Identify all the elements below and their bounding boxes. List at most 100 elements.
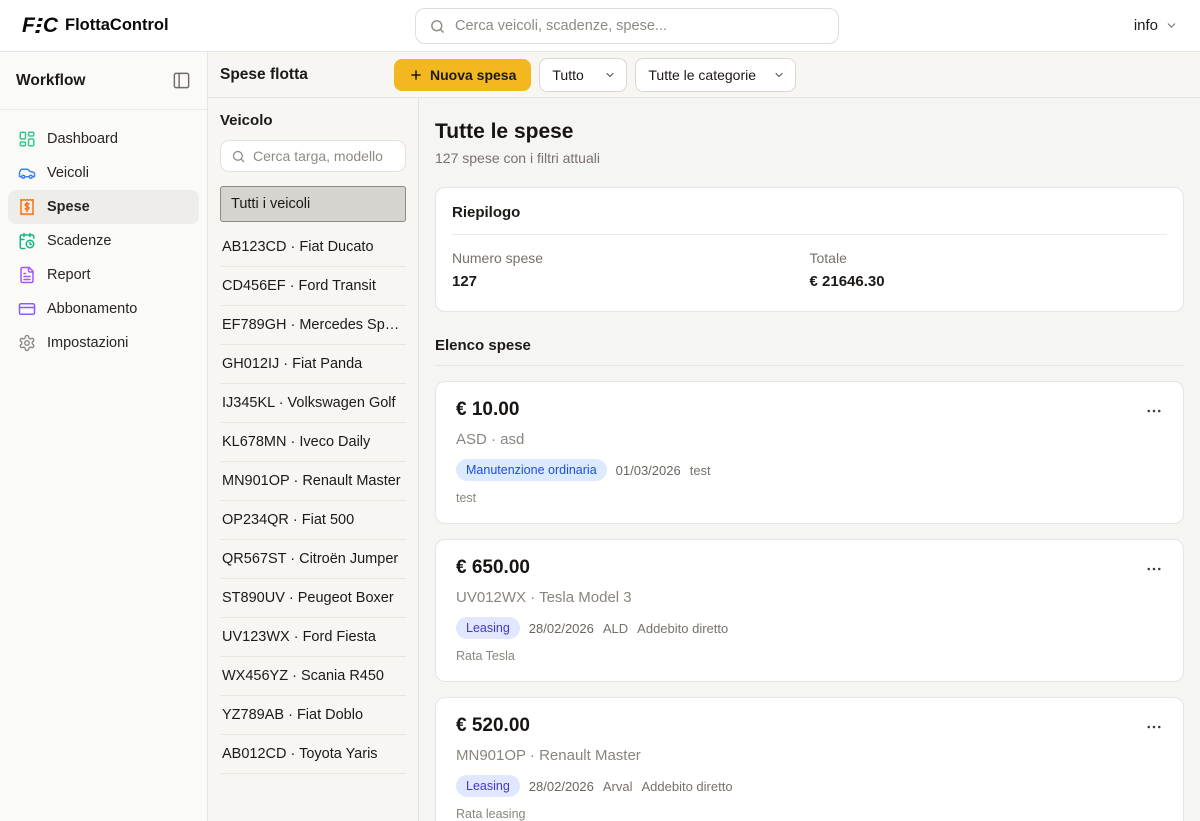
sidebar-item-spese[interactable]: Spese (8, 190, 199, 224)
vehicle-list-item[interactable]: ST890UV · Peugeot Boxer (220, 579, 406, 618)
vehicle-panel: Veicolo Tutti i veicoli AB123CD · Fiat D… (208, 98, 419, 821)
expenses-subtitle: 127 spese con i filtri attuali (435, 150, 1184, 166)
summary-count: Numero spese 127 (452, 250, 810, 290)
chevron-down-icon (604, 69, 616, 81)
expense-meta: Manutenzione ordinaria 01/03/2026 test (456, 459, 1163, 481)
topbar: FC FlottaControl info (0, 0, 1200, 52)
new-expense-button[interactable]: Nuova spesa (394, 59, 531, 91)
dashboard-icon (18, 130, 36, 148)
new-expense-label: Nuova spesa (430, 67, 516, 83)
expense-vehicle: ASD · asd (456, 431, 1163, 448)
credit-card-icon (18, 300, 36, 318)
gear-icon (18, 334, 36, 352)
sidebar-item-report[interactable]: Report (8, 258, 199, 292)
vehicle-search[interactable] (220, 140, 406, 172)
expense-card: € 10.00 ASD · asd Manutenzione ordinaria… (435, 381, 1184, 524)
category-badge: Manutenzione ordinaria (456, 459, 607, 481)
expense-date: 01/03/2026 (616, 463, 681, 478)
summary-title: Riepilogo (452, 204, 1167, 235)
vehicle-list-item[interactable]: IJ345KL · Volkswagen Golf (220, 384, 406, 423)
filter-type-select[interactable]: Tutto (539, 58, 627, 92)
vehicle-list-item[interactable]: UV123WX · Ford Fiesta (220, 618, 406, 657)
summary-count-value: 127 (452, 273, 810, 290)
search-icon (231, 149, 246, 164)
category-badge: Leasing (456, 775, 520, 797)
expense-payment: Addebito diretto (642, 779, 733, 794)
sidebar-title: Workflow (16, 72, 85, 90)
app-logo-icon: FC (22, 14, 57, 38)
expense-date: 28/02/2026 (529, 779, 594, 794)
ellipsis-menu-icon[interactable] (1141, 556, 1167, 582)
expense-description: Rata Tesla (456, 649, 1163, 663)
vehicle-list-item[interactable]: WX456YZ · Scania R450 (220, 657, 406, 696)
ellipsis-menu-icon[interactable] (1141, 398, 1167, 424)
sidebar-item-label: Scadenze (47, 233, 112, 249)
brand-name: FlottaControl (65, 16, 169, 35)
global-search[interactable] (415, 8, 839, 44)
toolbar: Spese flotta Nuova spesa Tutto Tutte le … (208, 52, 1200, 98)
sidebar-item-abbonamento[interactable]: Abbonamento (8, 292, 199, 326)
sidebar-item-label: Report (47, 267, 91, 283)
sidebar-nav: Dashboard Veicoli Spese Scadenze (0, 110, 207, 372)
vehicle-list: AB123CD · Fiat Ducato CD456EF · Ford Tra… (220, 228, 406, 774)
summary-card: Riepilogo Numero spese 127 Totale € 2164… (435, 187, 1184, 312)
vehicle-list-item[interactable]: EF789GH · Mercedes Sprinter (220, 306, 406, 345)
all-vehicles-option[interactable]: Tutti i veicoli (220, 186, 406, 222)
expenses-main: Tutte le spese 127 spese con i filtri at… (419, 98, 1200, 821)
expense-vehicle: UV012WX · Tesla Model 3 (456, 589, 1163, 606)
search-icon (429, 18, 446, 35)
sidebar-item-impostazioni[interactable]: Impostazioni (8, 326, 199, 360)
filter-category-select[interactable]: Tutte le categorie (635, 58, 796, 92)
vehicle-list-item[interactable]: QR567ST · Citroën Jumper (220, 540, 406, 579)
expense-date: 28/02/2026 (529, 621, 594, 636)
vehicle-list-item[interactable]: GH012IJ · Fiat Panda (220, 345, 406, 384)
car-icon (18, 164, 36, 182)
sidebar: Workflow Dashboard Veicoli (0, 52, 208, 821)
expense-card: € 520.00 MN901OP · Renault Master Leasin… (435, 697, 1184, 821)
sidebar-item-veicoli[interactable]: Veicoli (8, 156, 199, 190)
summary-count-label: Numero spese (452, 250, 810, 266)
expense-description: test (456, 491, 1163, 505)
sidebar-item-label: Veicoli (47, 165, 89, 181)
panel-collapse-icon[interactable] (170, 69, 193, 92)
sidebar-item-dashboard[interactable]: Dashboard (8, 122, 199, 156)
plus-icon (409, 68, 423, 82)
receipt-icon (18, 198, 36, 216)
expense-list-title: Elenco spese (435, 337, 1184, 366)
vehicle-list-item[interactable]: AB012CD · Toyota Yaris (220, 735, 406, 774)
page-title: Spese flotta (220, 66, 386, 84)
vehicle-list-item[interactable]: KL678MN · Iveco Daily (220, 423, 406, 462)
vehicle-list-item[interactable]: MN901OP · Renault Master (220, 462, 406, 501)
summary-total-label: Totale (810, 250, 1168, 266)
expense-meta: Leasing 28/02/2026 Arval Addebito dirett… (456, 775, 1163, 797)
expense-description: Rata leasing (456, 807, 1163, 821)
vehicle-list-item[interactable]: AB123CD · Fiat Ducato (220, 228, 406, 267)
chevron-down-icon (773, 69, 785, 81)
vehicle-list-item[interactable]: YZ789AB · Fiat Doblo (220, 696, 406, 735)
user-menu[interactable]: info (1134, 17, 1178, 34)
vehicle-search-input[interactable] (253, 148, 395, 164)
expense-vendor: ALD (603, 621, 628, 636)
expense-amount: € 520.00 (456, 715, 1163, 737)
expense-amount: € 650.00 (456, 557, 1163, 579)
sidebar-item-label: Abbonamento (47, 301, 137, 317)
expense-vendor: Arval (603, 779, 633, 794)
sidebar-item-label: Impostazioni (47, 335, 128, 351)
sidebar-item-label: Spese (47, 199, 90, 215)
calendar-clock-icon (18, 232, 36, 250)
sidebar-item-scadenze[interactable]: Scadenze (8, 224, 199, 258)
expense-amount: € 10.00 (456, 399, 1163, 421)
filter-category-value: Tutte le categorie (648, 67, 756, 83)
vehicle-list-item[interactable]: CD456EF · Ford Transit (220, 267, 406, 306)
expense-payment: Addebito diretto (637, 621, 728, 636)
global-search-input[interactable] (455, 18, 825, 34)
ellipsis-menu-icon[interactable] (1141, 714, 1167, 740)
vehicle-panel-title: Veicolo (220, 112, 406, 129)
expense-list: € 10.00 ASD · asd Manutenzione ordinaria… (435, 381, 1184, 821)
document-icon (18, 266, 36, 284)
vehicle-list-item[interactable]: OP234QR · Fiat 500 (220, 501, 406, 540)
brand: FC FlottaControl (22, 14, 169, 38)
expense-meta: Leasing 28/02/2026 ALD Addebito diretto (456, 617, 1163, 639)
chevron-down-icon (1165, 19, 1178, 32)
user-menu-label: info (1134, 17, 1158, 34)
